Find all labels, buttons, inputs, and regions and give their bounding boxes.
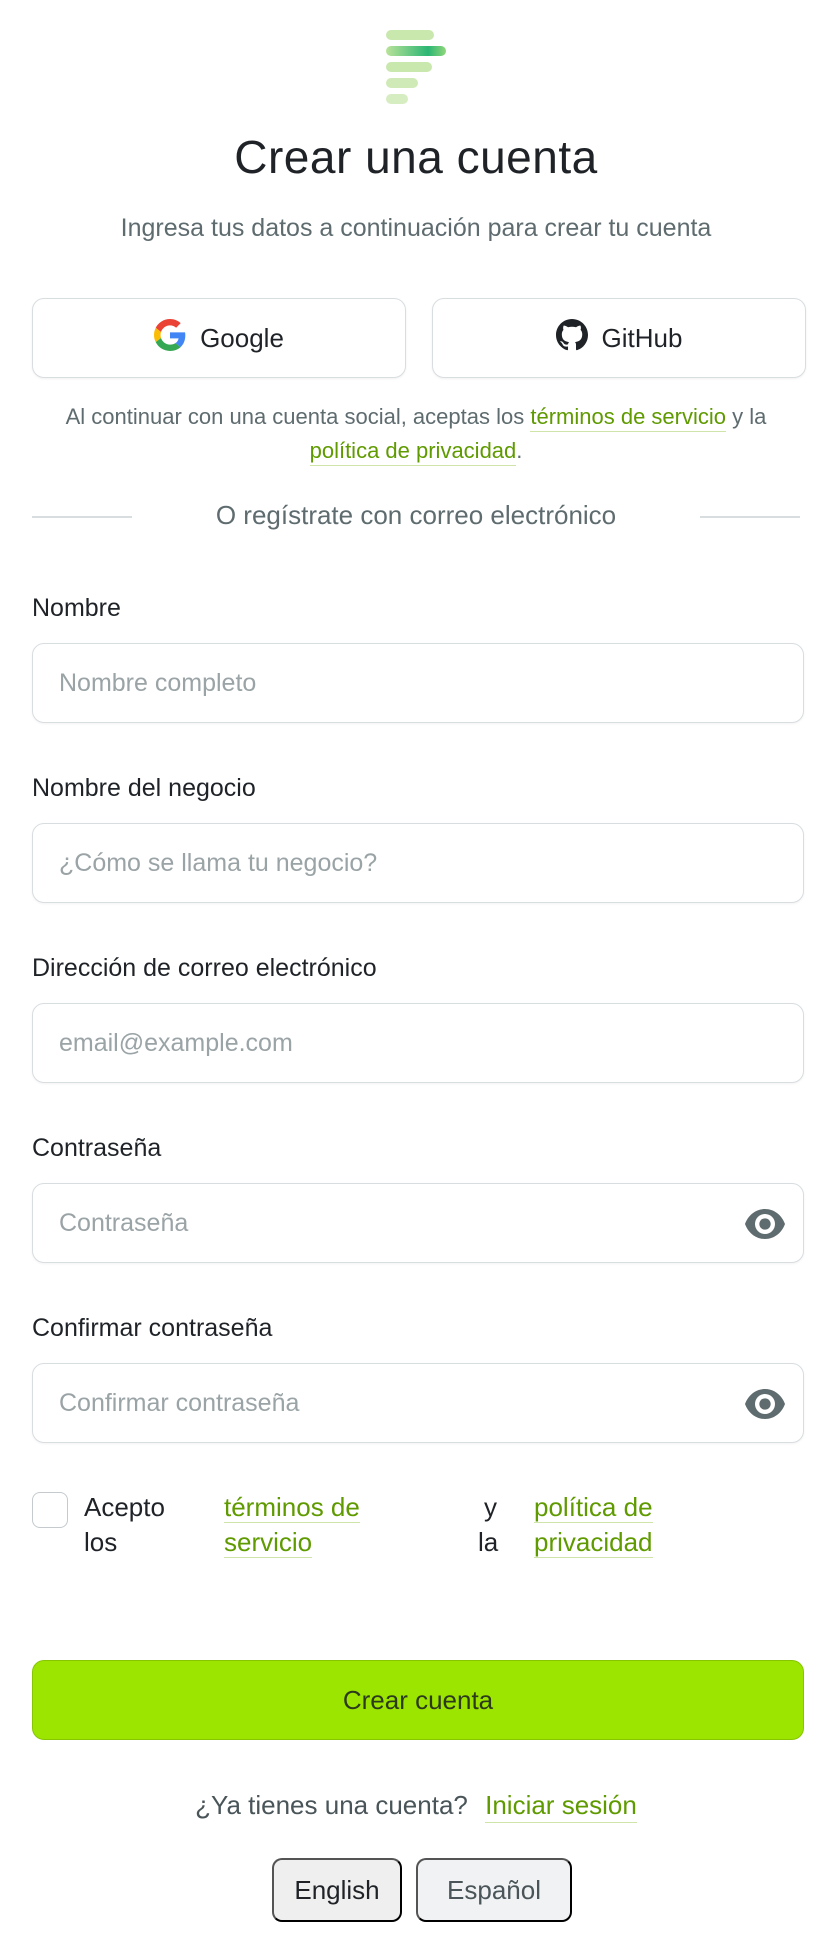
checkbox-privacy-link[interactable]: política de privacidad	[534, 1490, 653, 1560]
page-title: Crear una cuenta	[234, 131, 598, 183]
signin-prompt: ¿Ya tienes una cuenta? Iniciar sesión	[0, 1790, 832, 1823]
confirm-password-input[interactable]	[33, 1364, 803, 1442]
confirm-password-label: Confirmar contraseña	[32, 1314, 273, 1342]
eye-icon[interactable]	[745, 1388, 785, 1420]
password-field	[32, 1183, 804, 1263]
privacy-policy-link[interactable]: política de privacidad	[309, 438, 517, 466]
signin-link[interactable]: Iniciar sesión	[485, 1790, 637, 1823]
google-signin-button[interactable]: Google	[32, 298, 406, 378]
divider-text: O regístrate con correo electrónico	[215, 500, 617, 530]
github-button-label: GitHub	[601, 322, 683, 353]
social-terms-note: Al continuar con una cuenta social, acep…	[40, 400, 792, 468]
google-logo-icon	[154, 318, 186, 358]
divider-line-right	[700, 516, 800, 518]
language-spanish-button[interactable]: Español	[416, 1858, 572, 1922]
language-english-button[interactable]: English	[272, 1858, 402, 1922]
checkbox-terms-link[interactable]: términos de servicio	[224, 1490, 360, 1560]
google-button-label: Google	[200, 322, 284, 353]
business-field	[32, 823, 804, 903]
password-input[interactable]	[33, 1184, 803, 1262]
password-label: Contraseña	[32, 1134, 162, 1162]
terms-text-la: la	[478, 1527, 499, 1557]
terms-text-y: y	[484, 1492, 497, 1522]
name-field	[32, 643, 804, 723]
business-label: Nombre del negocio	[32, 774, 256, 802]
terms-text-los: los	[84, 1527, 118, 1557]
app-logo	[386, 30, 452, 106]
name-label: Nombre	[32, 594, 121, 622]
github-logo-icon	[555, 318, 588, 358]
terms-of-service-link[interactable]: términos de servicio	[530, 404, 726, 432]
terms-text-acepto: Acepto	[84, 1492, 165, 1522]
email-field	[32, 1003, 804, 1083]
email-divider: O regístrate con correo electrónico	[32, 500, 800, 534]
email-input[interactable]	[33, 1004, 803, 1082]
create-account-button[interactable]: Crear cuenta	[32, 1660, 804, 1740]
terms-checkbox[interactable]	[32, 1492, 68, 1528]
email-label: Dirección de correo electrónico	[32, 954, 377, 982]
github-signin-button[interactable]: GitHub	[432, 298, 806, 378]
business-input[interactable]	[33, 824, 803, 902]
eye-icon[interactable]	[745, 1208, 785, 1240]
page-subtitle: Ingresa tus datos a continuación para cr…	[120, 214, 712, 242]
confirm-password-field	[32, 1363, 804, 1443]
name-input[interactable]	[33, 644, 803, 722]
